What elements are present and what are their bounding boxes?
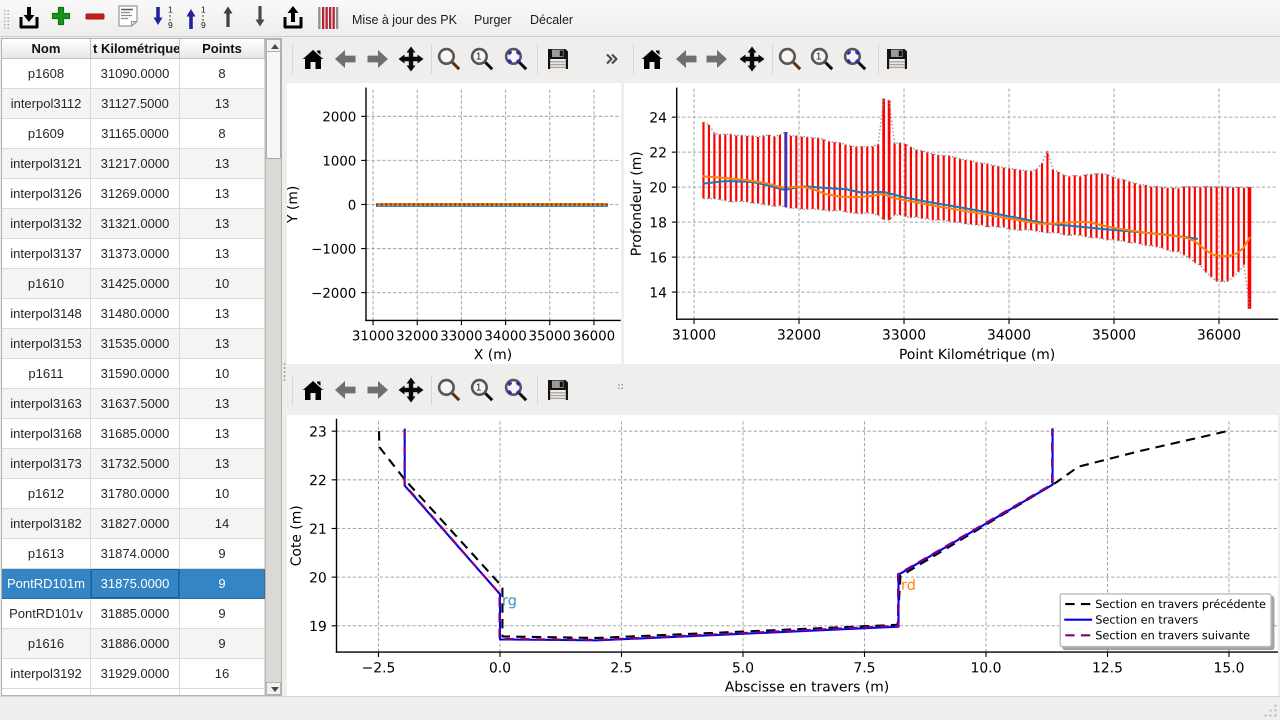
svg-text:1: 1: [815, 52, 821, 63]
svg-text:1: 1: [475, 383, 481, 394]
svg-text:9: 9: [168, 20, 173, 30]
svg-text:1: 1: [201, 5, 206, 15]
svg-text:1: 1: [168, 5, 173, 15]
svg-text:9: 9: [201, 20, 206, 30]
svg-text:1: 1: [475, 52, 481, 63]
